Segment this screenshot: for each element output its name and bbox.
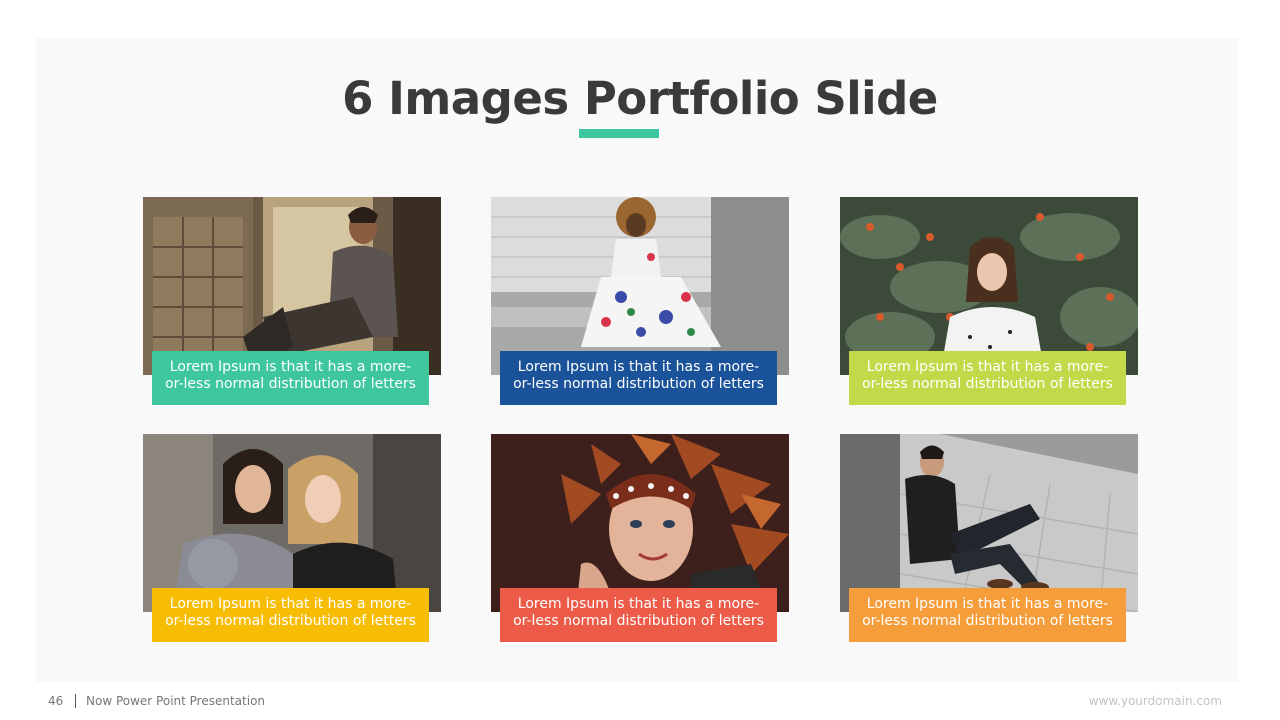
portfolio-card[interactable]: Lorem Ipsum is that it has a more-or-les… [840, 197, 1138, 405]
page-number: 46 [48, 694, 64, 708]
caption-box: Lorem Ipsum is that it has a more-or-les… [500, 351, 777, 405]
presentation-name: Now Power Point Presentation [86, 694, 266, 708]
website-link[interactable]: www.yourdomain.com [1089, 694, 1222, 708]
caption-box: Lorem Ipsum is that it has a more-or-les… [500, 588, 777, 642]
portfolio-card[interactable]: Lorem Ipsum is that it has a more-or-les… [491, 434, 789, 642]
title-underline [579, 129, 659, 138]
portfolio-card[interactable]: Lorem Ipsum is that it has a more-or-les… [143, 434, 441, 642]
portfolio-photo[interactable] [143, 197, 441, 375]
caption-box: Lorem Ipsum is that it has a more-or-les… [849, 351, 1126, 405]
portfolio-photo[interactable] [491, 434, 789, 612]
caption-box: Lorem Ipsum is that it has a more-or-les… [152, 351, 429, 405]
slide-title: 6 Images Portfolio Slide [342, 72, 938, 125]
portfolio-photo[interactable] [491, 197, 789, 375]
portfolio-photo[interactable] [840, 434, 1138, 612]
portfolio-photo[interactable] [143, 434, 441, 612]
portfolio-card[interactable]: Lorem Ipsum is that it has a more-or-les… [491, 197, 789, 405]
portfolio-card[interactable]: Lorem Ipsum is that it has a more-or-les… [840, 434, 1138, 642]
footer-divider [75, 694, 76, 708]
caption-box: Lorem Ipsum is that it has a more-or-les… [849, 588, 1126, 642]
portfolio-card[interactable]: Lorem Ipsum is that it has a more-or-les… [143, 197, 441, 405]
portfolio-photo[interactable] [840, 197, 1138, 375]
caption-box: Lorem Ipsum is that it has a more-or-les… [152, 588, 429, 642]
